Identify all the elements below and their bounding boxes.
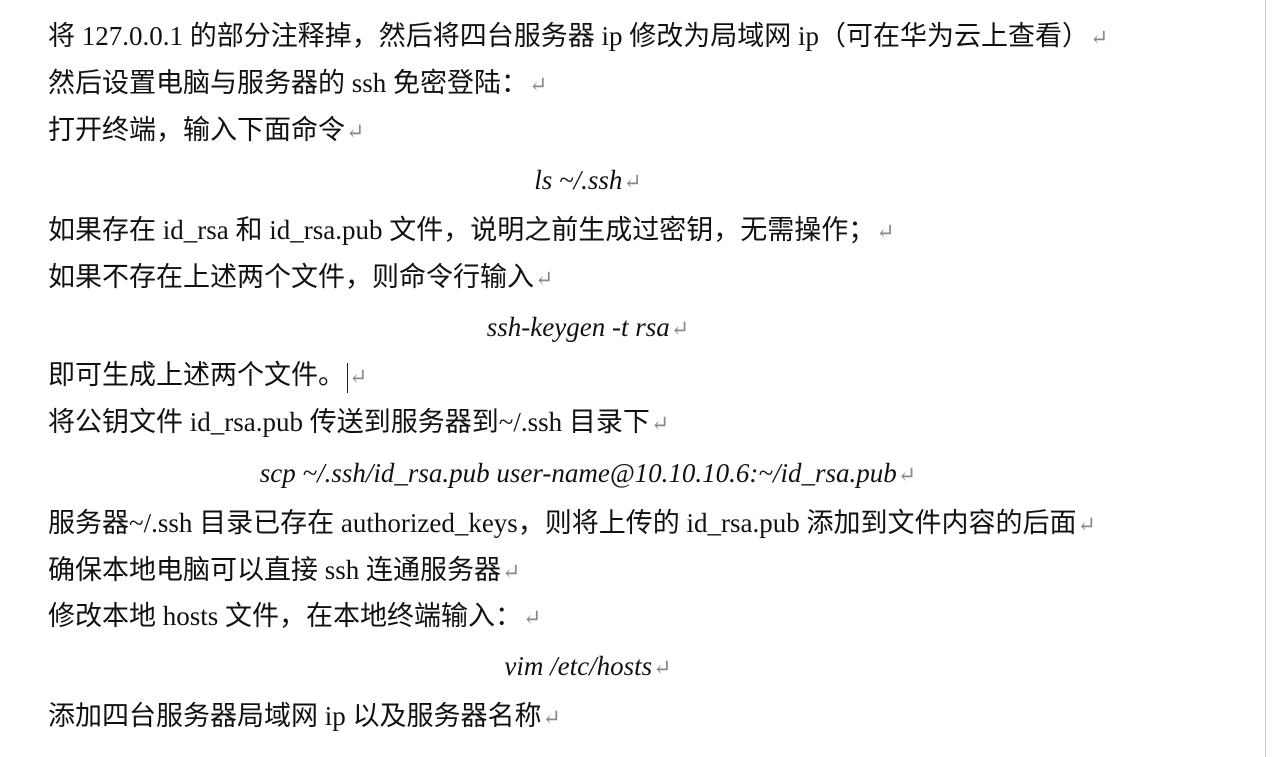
command-line: vim /etc/hosts↵ — [48, 646, 1128, 686]
paragraph-text: 服务器~/.ssh 目录已存在 authorized_keys，则将上传的 id… — [48, 508, 1077, 538]
paragraph-text: 如果不存在上述两个文件，则命令行输入 — [48, 262, 534, 292]
paragraph: 修改本地 hosts 文件，在本地终端输入：↵ — [48, 596, 541, 636]
command-text: ssh-keygen -t rsa — [486, 312, 670, 342]
page-edge — [1265, 0, 1277, 757]
paragraph-mark-icon: ↵ — [650, 411, 670, 436]
paragraph: 添加四台服务器局域网 ip 以及服务器名称↵ — [48, 696, 561, 736]
command-line: ssh-keygen -t rsa↵ — [48, 307, 1128, 347]
command-text: scp ~/.ssh/id_rsa.pub user-name@10.10.10… — [259, 458, 897, 488]
paragraph-mark-icon: ↵ — [876, 219, 895, 244]
paragraph-mark-icon: ↵ — [529, 72, 548, 97]
paragraph: 确保本地电脑可以直接 ssh 连通服务器↵ — [48, 550, 520, 590]
paragraph-text: 打开终端，输入下面命令 — [48, 115, 345, 145]
paragraph-mark-icon: ↵ — [523, 605, 542, 630]
paragraph[interactable]: 即可生成上述两个文件。 ↵ — [48, 355, 367, 395]
paragraph-mark-icon: ↵ — [897, 462, 917, 487]
paragraph-mark-icon: ↵ — [1090, 25, 1109, 50]
command-line: ls ~/.ssh↵ — [48, 160, 1128, 200]
paragraph: 将公钥文件 id_rsa.pub 传送到服务器到~/.ssh 目录下↵ — [48, 402, 669, 442]
paragraph: 服务器~/.ssh 目录已存在 authorized_keys，则将上传的 id… — [48, 503, 1096, 543]
paragraph-text: 将公钥文件 id_rsa.pub 传送到服务器到~/.ssh 目录下 — [48, 407, 650, 437]
paragraph-mark-icon: ↵ — [653, 655, 672, 680]
command-text: ls ~/.ssh — [534, 165, 623, 195]
paragraph-mark-icon: ↵ — [1077, 512, 1096, 537]
paragraph-text: 即可生成上述两个文件。 — [48, 360, 345, 390]
paragraph: 然后设置电脑与服务器的 ssh 免密登陆：↵ — [48, 63, 547, 103]
paragraph: 打开终端，输入下面命令↵ — [48, 110, 364, 150]
paragraph-mark-icon: ↵ — [670, 316, 690, 341]
paragraph-mark-icon: ↵ — [535, 266, 554, 291]
paragraph-text: 确保本地电脑可以直接 ssh 连通服务器 — [48, 555, 502, 585]
document-page: 将 127.0.0.1 的部分注释掉，然后将四台服务器 ip 修改为局域网 ip… — [0, 0, 1265, 757]
paragraph-text: 如果存在 id_rsa 和 id_rsa.pub 文件，说明之前生成过密钥，无需… — [48, 215, 876, 245]
paragraph-mark-icon: ↵ — [502, 559, 521, 584]
paragraph-text: 修改本地 hosts 文件，在本地终端输入： — [48, 601, 523, 631]
paragraph-text: 将 127.0.0.1 的部分注释掉，然后将四台服务器 ip 修改为局域网 ip… — [48, 21, 1090, 51]
paragraph: 如果不存在上述两个文件，则命令行输入↵ — [48, 257, 553, 297]
paragraph: 如果存在 id_rsa 和 id_rsa.pub 文件，说明之前生成过密钥，无需… — [48, 210, 895, 250]
paragraph-mark-icon: ↵ — [542, 705, 561, 730]
command-line: scp ~/.ssh/id_rsa.pub user-name@10.10.10… — [48, 453, 1128, 493]
paragraph: 将 127.0.0.1 的部分注释掉，然后将四台服务器 ip 修改为局域网 ip… — [48, 16, 1108, 56]
paragraph-text: 添加四台服务器局域网 ip 以及服务器名称 — [48, 701, 542, 731]
text-cursor — [347, 362, 348, 393]
paragraph-mark-icon: ↵ — [623, 169, 642, 194]
paragraph-mark-icon: ↵ — [349, 364, 368, 389]
command-text: vim /etc/hosts — [504, 651, 653, 681]
paragraph-mark-icon: ↵ — [346, 119, 365, 144]
paragraph-text: 然后设置电脑与服务器的 ssh 免密登陆： — [48, 68, 529, 98]
